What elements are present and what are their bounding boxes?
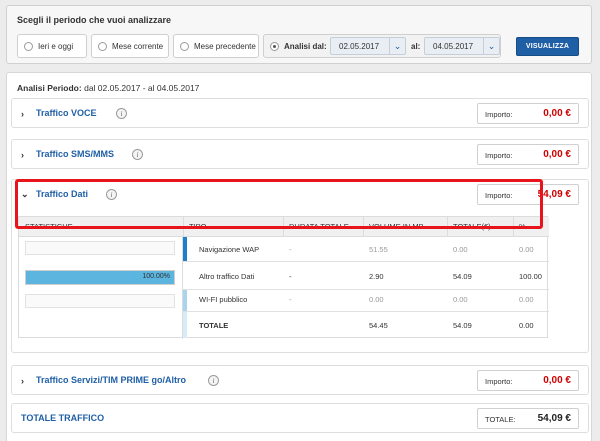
stat-bar-empty: [25, 294, 175, 308]
option-ieri-e-oggi[interactable]: Ieri e oggi: [17, 34, 87, 58]
cell-durata: -: [289, 245, 292, 254]
radio-icon[interactable]: [98, 41, 107, 51]
cell-tipo: TOTALE: [199, 321, 229, 330]
info-icon[interactable]: i: [116, 108, 127, 119]
radio-icon[interactable]: [180, 41, 189, 51]
table-total-row: TOTALE 54.45 54.09 0.00: [183, 312, 549, 338]
section-title: TOTALE TRAFFICO: [21, 413, 105, 423]
option-label: Mese precedente: [194, 41, 256, 51]
cell-percent: 100.00: [519, 272, 542, 281]
total-amount-box: TOTALE: 54,09 €: [477, 408, 579, 429]
info-icon[interactable]: i: [208, 375, 219, 386]
range-to-label: al:: [411, 42, 421, 51]
table-row: Altro traffico Dati - 2.90 54.09 100.00: [183, 262, 549, 290]
row-color-bar: [183, 262, 187, 286]
period-label: Analisi Periodo:: [17, 83, 82, 93]
section-traffico-voce[interactable]: › Traffico VOCE i Importo: 0,00 €: [11, 98, 589, 128]
date-from-select[interactable]: 02.05.2017 ⌄: [330, 37, 406, 55]
chevron-down-icon[interactable]: ⌄: [483, 38, 499, 54]
stat-bar: 100.00%: [25, 270, 175, 285]
amount-box: Importo: 0,00 €: [477, 144, 579, 165]
amount-value: 0,00 €: [543, 108, 571, 119]
cell-tipo: WI-FI pubblico: [199, 295, 248, 304]
cell-totale: 54.09: [453, 272, 472, 281]
cell-volume: 0.00: [369, 295, 384, 304]
results-panel: Analisi Periodo: dal 02.05.2017 - al 04.…: [6, 72, 592, 441]
chevron-right-icon[interactable]: ›: [21, 109, 24, 119]
row-color-bar: [183, 290, 187, 311]
table-row: WI-FI pubblico - 0.00 0.00 0.00: [183, 290, 549, 312]
total-amount-value: 54,09 €: [537, 413, 571, 424]
amount-box: Importo: 0,00 €: [477, 370, 579, 391]
chevron-right-icon[interactable]: ›: [21, 376, 24, 386]
visualizza-button[interactable]: VISUALIZZA: [516, 37, 579, 56]
period-summary: Analisi Periodo: dal 02.05.2017 - al 04.…: [17, 83, 199, 93]
option-label: Ieri e oggi: [38, 41, 74, 51]
option-mese-precedente[interactable]: Mese precedente: [173, 34, 259, 58]
amount-label: Importo:: [485, 110, 513, 119]
row-color-bar: [183, 312, 187, 338]
cell-totale: 0.00: [453, 295, 468, 304]
cell-percent: 0.00: [519, 295, 534, 304]
stat-bar-empty: [25, 241, 175, 255]
cell-durata: -: [289, 295, 292, 304]
traffic-data-table: STATISTICHE TIPO DURATA TOTALE VOLUME IN…: [18, 216, 549, 339]
chevron-right-icon[interactable]: ›: [21, 150, 24, 160]
amount-label: TOTALE:: [485, 415, 516, 424]
info-icon[interactable]: i: [132, 149, 143, 160]
section-traffico-servizi[interactable]: › Traffico Servizi/TIM PRIME go/Altro i …: [11, 365, 589, 395]
amount-value: 0,00 €: [543, 375, 571, 386]
option-range[interactable]: Analisi dal: 02.05.2017 ⌄ al: 04.05.2017…: [263, 34, 501, 58]
cell-percent: 0.00: [519, 321, 534, 330]
date-from-value: 02.05.2017: [339, 41, 380, 51]
date-to-value: 04.05.2017: [433, 41, 474, 51]
amount-box: Importo: 0,00 €: [477, 103, 579, 124]
chevron-down-icon[interactable]: ⌄: [389, 38, 405, 54]
cell-durata: -: [289, 272, 292, 281]
statistics-column: 100.00%: [19, 237, 183, 339]
cell-volume: 51.55: [369, 245, 388, 254]
cell-percent: 0.00: [519, 245, 534, 254]
cell-tipo: Navigazione WAP: [199, 245, 260, 254]
section-title[interactable]: Traffico Servizi/TIM PRIME go/Altro: [36, 375, 186, 385]
cell-totale: 54.09: [453, 321, 472, 330]
section-title[interactable]: Traffico SMS/MMS: [36, 149, 114, 159]
cell-volume: 2.90: [369, 272, 384, 281]
amount-label: Importo:: [485, 377, 513, 386]
radio-selected-icon[interactable]: [270, 41, 279, 51]
section-traffico-sms[interactable]: › Traffico SMS/MMS i Importo: 0,00 €: [11, 139, 589, 169]
section-title[interactable]: Traffico VOCE: [36, 108, 97, 118]
range-from-label: Analisi dal:: [284, 41, 327, 51]
date-to-select[interactable]: 04.05.2017 ⌄: [424, 37, 500, 55]
row-color-bar: [183, 237, 187, 261]
option-label: Mese corrente: [112, 41, 164, 51]
amount-label: Importo:: [485, 151, 513, 160]
option-mese-corrente[interactable]: Mese corrente: [91, 34, 169, 58]
filter-title: Scegli il periodo che vuoi analizzare: [17, 15, 172, 25]
amount-value: 0,00 €: [543, 149, 571, 160]
period-filter-panel: Scegli il periodo che vuoi analizzare Ie…: [6, 5, 592, 64]
section-totale-traffico: TOTALE TRAFFICO TOTALE: 54,09 €: [11, 403, 589, 433]
radio-icon[interactable]: [24, 41, 33, 51]
highlight-annotation: [15, 179, 543, 229]
stat-bar-label: 100.00%: [142, 273, 170, 280]
cell-volume: 54.45: [369, 321, 388, 330]
table-row: Navigazione WAP - 51.55 0.00 0.00: [183, 237, 549, 262]
cell-tipo: Altro traffico Dati: [199, 272, 255, 281]
period-text: dal 02.05.2017 - al 04.05.2017: [84, 83, 200, 93]
cell-totale: 0.00: [453, 245, 468, 254]
